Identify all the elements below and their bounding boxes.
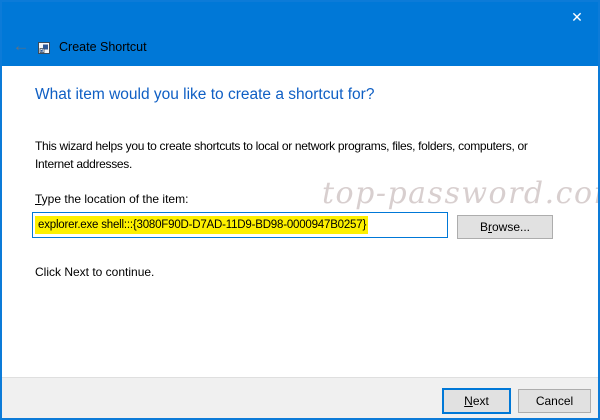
create-shortcut-window: ← Create Shortcut ✕ What item would you … [0,0,600,420]
description-line: Internet addresses. [35,155,528,173]
wizard-description: This wizard helps you to create shortcut… [35,137,528,173]
close-button[interactable]: ✕ [560,6,594,28]
watermark: top-password.com [322,176,600,211]
browse-button[interactable]: Browse... [457,215,553,239]
close-icon: ✕ [571,9,583,26]
description-line: This wizard helps you to create shortcut… [35,137,528,155]
browse-button-label: Browse... [480,220,530,234]
location-label-accel: T [35,192,42,206]
back-button[interactable]: ← [9,36,33,56]
location-label-rest: ype the location of the item: [42,192,189,206]
location-input[interactable]: explorer.exe shell:::{3080F90D-D7AD-11D9… [32,212,448,238]
window-title: Create Shortcut [59,40,147,54]
shortcut-app-icon [38,42,50,54]
next-button-label: Next [464,394,489,408]
wizard-heading: What item would you like to create a sho… [35,86,374,104]
location-value: explorer.exe shell:::{3080F90D-D7AD-11D9… [35,216,368,234]
cancel-button-label: Cancel [536,394,573,408]
hint-text: Click Next to continue. [35,265,154,279]
location-label: Type the location of the item: [35,192,188,206]
back-arrow-icon: ← [13,36,30,56]
cancel-button[interactable]: Cancel [518,389,591,413]
next-button[interactable]: Next [442,388,511,414]
titlebar: ← Create Shortcut ✕ [2,2,598,66]
